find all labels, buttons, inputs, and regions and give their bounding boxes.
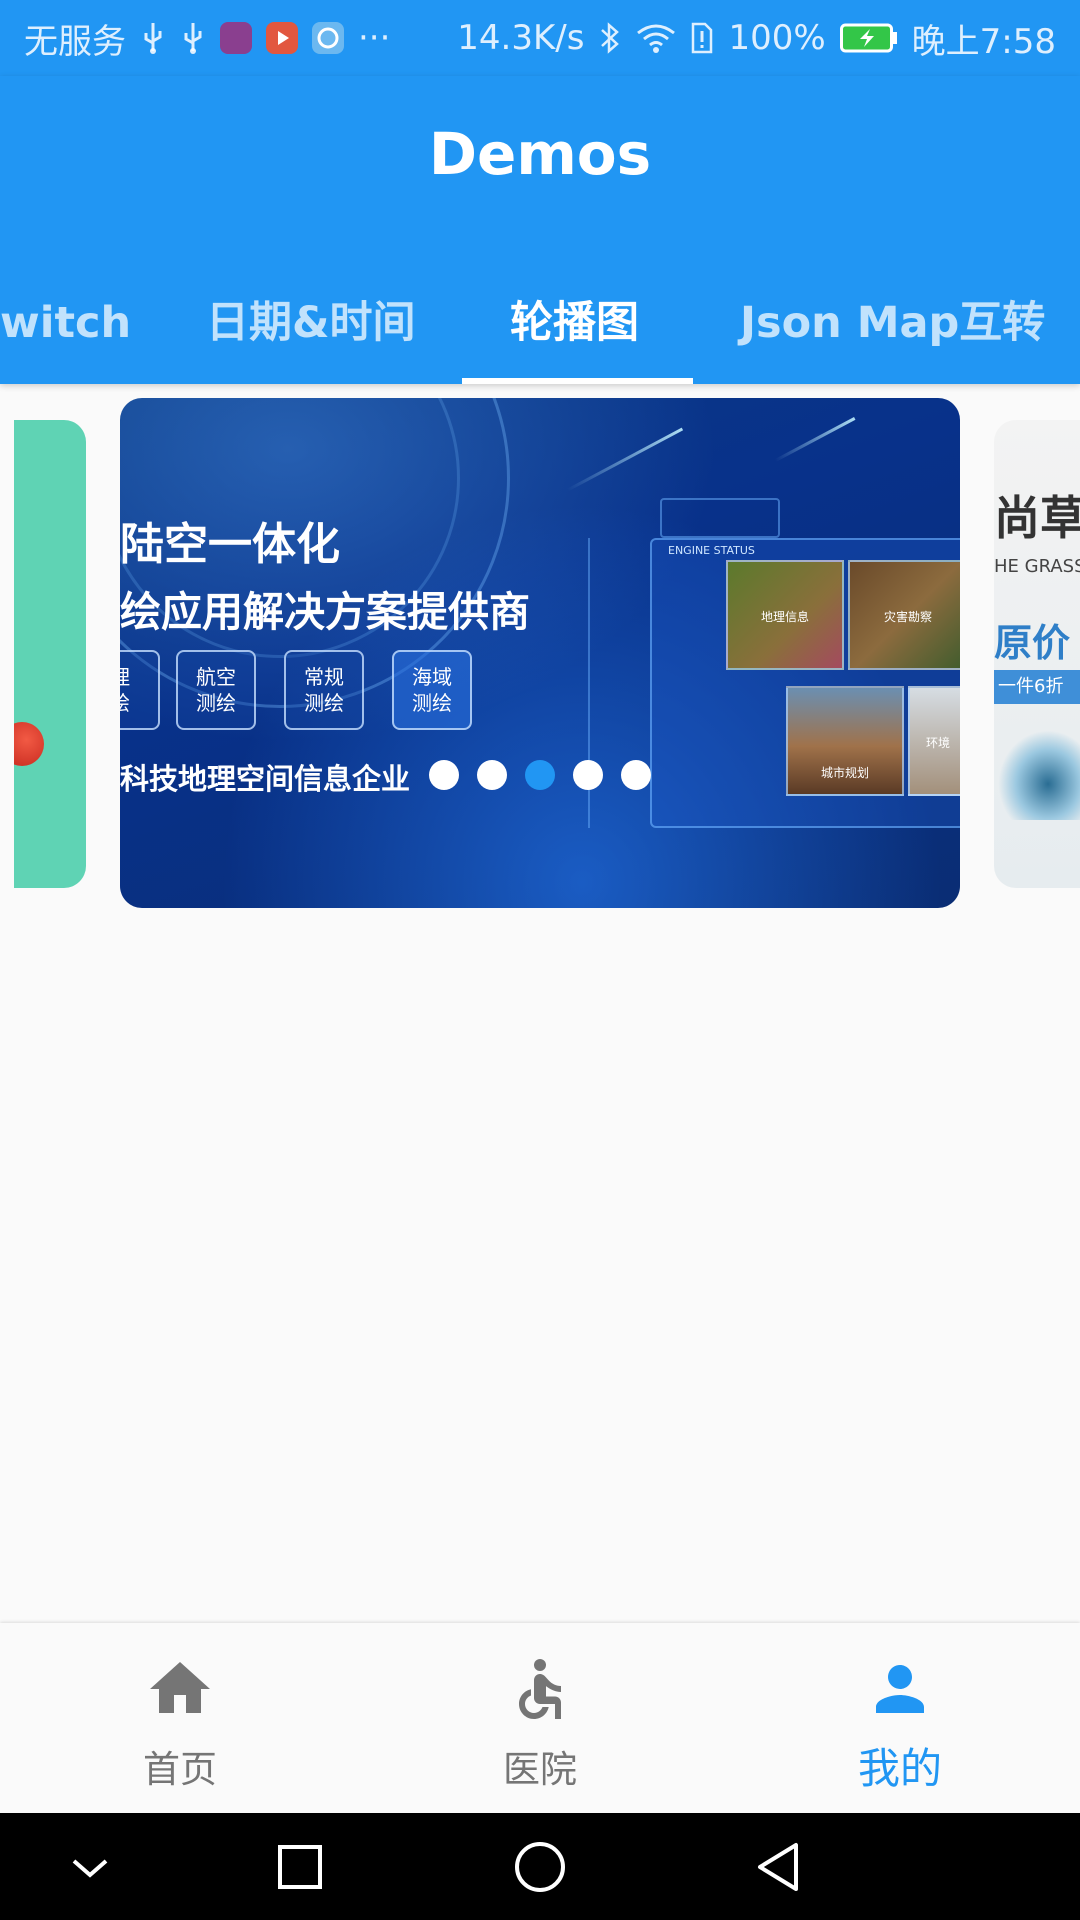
meteor-streak (566, 427, 684, 492)
battery-charging-icon (839, 23, 898, 53)
carousel-slide-previous[interactable] (14, 420, 86, 888)
pagination-dot[interactable] (573, 760, 603, 790)
page-title: Demos (428, 120, 652, 188)
banner-badge: 海域 测绘 (392, 650, 472, 730)
tomato-image (14, 722, 44, 766)
more-notifications-icon: ··· (358, 18, 391, 58)
system-navigation-bar (0, 1813, 1080, 1920)
carousel-slide-next[interactable]: 尚草 HE GRASS 原价 一件6折 (994, 420, 1080, 888)
chevron-down-icon[interactable] (56, 1833, 124, 1901)
bottom-navigation: 首页 医院 我的 (0, 1623, 1080, 1813)
nav-item-mine[interactable]: 我的 (720, 1623, 1080, 1813)
recent-apps-icon[interactable] (266, 1833, 334, 1901)
pagination-dot[interactable] (477, 760, 507, 790)
carousel[interactable]: 陆空一体化 绘应用解决方案提供商 理 绘 航空 测绘 常规 测绘 海域 测绘 科… (0, 384, 1080, 924)
status-left: 无服务 ··· (24, 14, 390, 63)
carousel-pagination (120, 760, 960, 790)
nav-label-home: 首页 (143, 1748, 217, 1791)
next-slide-price-label: 原价 (994, 621, 1071, 665)
dashboard-header (660, 498, 780, 538)
dashboard-tile: 灾害勘察 (848, 560, 960, 670)
home-icon (150, 1662, 210, 1713)
next-slide-subtitle: HE GRASS (994, 556, 1080, 577)
tab-json-map[interactable]: Json Map互转 (740, 262, 1045, 384)
nav-item-home[interactable]: 首页 (0, 1623, 360, 1813)
dashboard-label: ENGINE STATUS (668, 544, 755, 557)
pagination-dot[interactable] (429, 760, 459, 790)
app-notification-icon (220, 22, 252, 54)
clock: 晚上7:58 (911, 21, 1056, 62)
network-speed: 14.3K/s (457, 18, 585, 58)
pagination-dot[interactable] (621, 760, 651, 790)
banner-badge: 航空 测绘 (176, 650, 256, 730)
banner-heading-line1: 陆空一体化 (120, 519, 340, 570)
status-bar: 无服务 ··· 14.3K/s 100% 晚上7:58 (0, 0, 1080, 76)
banner-badge: 常规 测绘 (284, 650, 364, 730)
nav-label-hospital: 医院 (503, 1748, 577, 1791)
nav-label-mine: 我的 (857, 1744, 942, 1793)
banner-heading-line2: 绘应用解决方案提供商 (120, 588, 530, 636)
app-bar: Demos witch 日期&时间 轮播图 Json Map互转 (0, 76, 1080, 384)
next-slide-discount: 一件6折 (994, 670, 1080, 704)
meteor-streak (774, 417, 856, 462)
accessible-icon (519, 1659, 561, 1719)
pagination-dot-active[interactable] (525, 760, 555, 790)
tab-bar: witch 日期&时间 轮播图 Json Map互转 (0, 262, 1080, 384)
cloud-app-icon (312, 22, 344, 54)
usb-icon (180, 21, 206, 55)
home-button-icon[interactable] (506, 1833, 574, 1901)
screen: 无服务 ··· 14.3K/s 100% 晚上7:58 Demos witch … (0, 0, 1080, 1920)
tab-date-time[interactable]: 日期&时间 (206, 262, 416, 384)
tab-switch[interactable]: witch (0, 262, 131, 384)
back-icon[interactable] (746, 1833, 814, 1901)
bluetooth-icon (598, 20, 622, 56)
video-app-icon (266, 22, 298, 54)
sim-alert-icon (690, 21, 714, 55)
carrier-text: 无服务 (24, 21, 126, 62)
person-icon (876, 1665, 924, 1713)
dashboard-tile: 地理信息 (726, 560, 844, 670)
carousel-slide-current[interactable]: 陆空一体化 绘应用解决方案提供商 理 绘 航空 测绘 常规 测绘 海域 测绘 科… (120, 398, 960, 908)
nav-item-hospital[interactable]: 医院 (360, 1623, 720, 1813)
wifi-icon (636, 21, 676, 55)
battery-percent: 100% (728, 18, 826, 58)
banner-badge: 理 绘 (120, 650, 160, 730)
next-slide-title: 尚草 (994, 491, 1080, 545)
water-splash-image (998, 730, 1080, 820)
status-right: 14.3K/s 100% 晚上7:58 (457, 14, 1056, 63)
usb-icon (140, 21, 166, 55)
tab-carousel[interactable]: 轮播图 (510, 262, 639, 384)
